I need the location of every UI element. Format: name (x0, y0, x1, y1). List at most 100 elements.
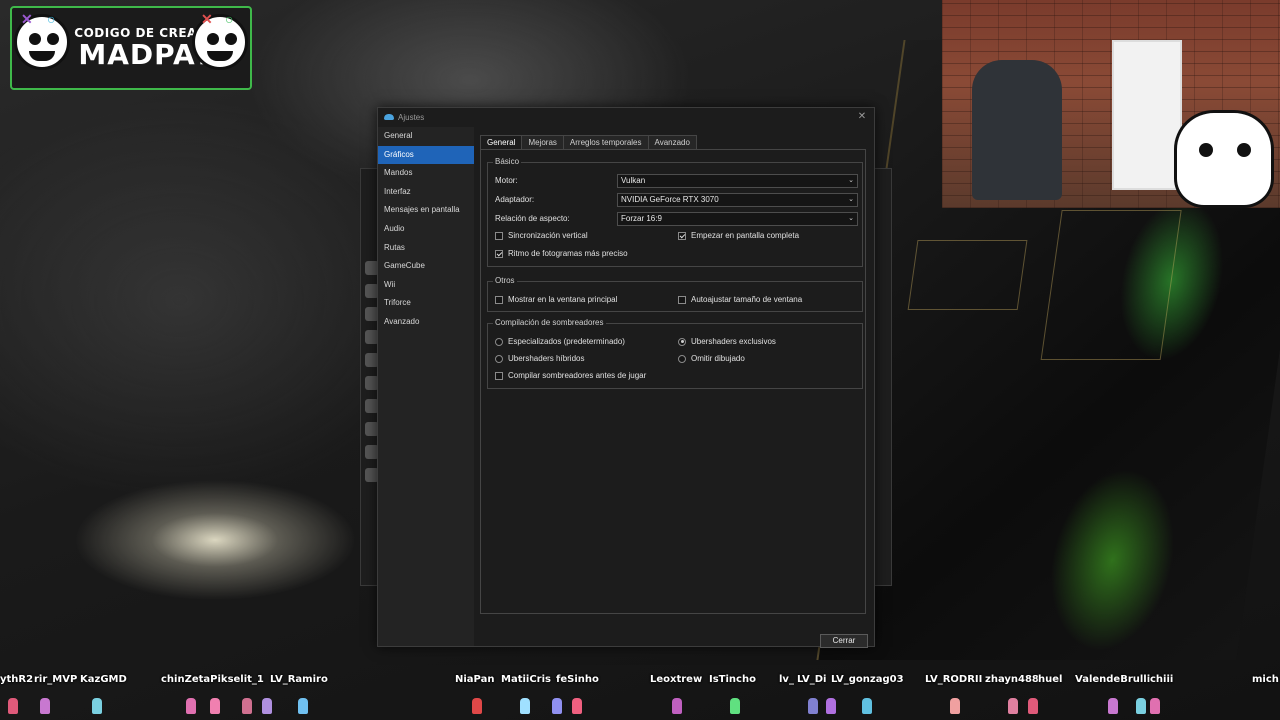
group-shaders: Compilación de sombreadores Especializad… (487, 318, 863, 389)
tab-hacks[interactable]: Arreglos temporales (562, 135, 649, 149)
adapter-label: Adaptador: (495, 195, 535, 204)
viewer-avatar-icon (826, 698, 836, 714)
settings-content: General Mejoras Arreglos temporales Avan… (474, 127, 874, 648)
viewer-avatar-icon (210, 698, 220, 714)
motor-value: Vulkan (621, 176, 646, 185)
motor-label: Motor: (495, 176, 518, 185)
group-basic-title: Básico (493, 157, 522, 167)
aspect-select[interactable]: Forzar 16:9 ⌄ (617, 212, 858, 226)
gamepad-face-icon: ✕ ○ (192, 11, 248, 70)
viewer-name: lv_ (779, 674, 794, 685)
group-basic: Básico Motor: Vulkan ⌄ Adaptador: NVIDIA… (487, 157, 863, 267)
compile-before-label: Compilar sombreadores antes de jugar (508, 371, 647, 380)
viewer-avatar-icon (808, 698, 818, 714)
viewer-avatar-icon (40, 698, 50, 714)
tab-general[interactable]: General (480, 135, 523, 150)
aspect-label: Relación de aspecto: (495, 214, 570, 223)
vsync-label: Sincronización vertical (508, 231, 588, 240)
specialized-radio[interactable]: Especializados (predeterminado) (495, 337, 625, 346)
vsync-checkbox[interactable]: Sincronización vertical (495, 231, 588, 240)
close-icon[interactable]: ✕ (854, 110, 870, 124)
viewer-name: chiii (1150, 674, 1174, 685)
viewer-avatar-icon (730, 698, 740, 714)
viewer-name: ythR2 (0, 674, 34, 685)
close-button[interactable]: Cerrar (820, 634, 868, 648)
exclusive-label: Ubershaders exclusivos (691, 337, 776, 346)
cat-mascot-icon (1174, 110, 1274, 208)
sidebar-item-audio[interactable]: Audio (378, 220, 474, 239)
viewer-name: LV_gonzag03 (831, 674, 904, 685)
viewer-avatar-icon (572, 698, 582, 714)
webcam-feed (942, 0, 1280, 208)
dialog-title: Ajustes (398, 113, 425, 122)
sidebar-item-paths[interactable]: Rutas (378, 239, 474, 258)
radio-circle (495, 337, 503, 346)
group-shaders-title: Compilación de sombreadores (493, 318, 606, 328)
hybrid-ubershaders-radio[interactable]: Ubershaders híbridos (495, 354, 584, 363)
adapter-value: NVIDIA GeForce RTX 3070 (621, 195, 719, 204)
tab-advanced[interactable]: Avanzado (647, 135, 697, 149)
sidebar-item-advanced[interactable]: Avanzado (378, 313, 474, 332)
hybrid-label: Ubershaders híbridos (508, 354, 585, 363)
sidebar-item-gamecube[interactable]: GameCube (378, 257, 474, 276)
group-others: Otros Mostrar en la ventana principal Au… (487, 276, 863, 312)
chevron-down-icon: ⌄ (848, 196, 854, 203)
tab-enhancements[interactable]: Mejoras (521, 135, 564, 149)
viewer-name: ValendeBrulli (1075, 674, 1151, 685)
precise-frames-checkbox[interactable]: Ritmo de fotogramas más preciso (495, 249, 628, 258)
viewer-avatar-icon (1108, 698, 1118, 714)
viewer-avatar-icon (262, 698, 272, 714)
viewer-name: LV_Di (797, 674, 827, 685)
sidebar-item-interface[interactable]: Interfaz (378, 183, 474, 202)
viewer-name: Leoxtrew (650, 674, 703, 685)
radio-circle (495, 354, 503, 363)
viewer-avatar-icon (1008, 698, 1018, 714)
chevron-down-icon: ⌄ (848, 215, 854, 222)
sidebar-item-general[interactable]: General (378, 127, 474, 146)
viewer-avatar-icon (950, 698, 960, 714)
fullscreen-label: Empezar en pantalla completa (691, 231, 800, 240)
viewer-avatar-icon (298, 698, 308, 714)
viewer-name: LV_RODRII (925, 674, 983, 685)
sidebar-item-controllers[interactable]: Mandos (378, 164, 474, 183)
group-others-title: Otros (493, 276, 517, 286)
viewer-avatar-icon (1028, 698, 1038, 714)
viewer-avatar-icon (472, 698, 482, 714)
aspect-value: Forzar 16:9 (621, 214, 662, 223)
checkbox-box (495, 231, 503, 240)
fullscreen-checkbox[interactable]: Empezar en pantalla completa (678, 231, 799, 240)
skip-draw-radio[interactable]: Omitir dibujado (678, 354, 745, 363)
settings-dialog: Ajustes ✕ General Gráficos Mandos Interf… (377, 107, 875, 648)
sidebar-item-osd[interactable]: Mensajes en pantalla (378, 201, 474, 220)
settings-sidebar: General Gráficos Mandos Interfaz Mensaje… (378, 127, 474, 646)
motor-select[interactable]: Vulkan ⌄ (617, 174, 858, 188)
viewer-name: KazGMD (80, 674, 127, 685)
main-window-checkbox[interactable]: Mostrar en la ventana principal (495, 295, 617, 304)
viewer-avatar-icon (862, 698, 872, 714)
sidebar-item-graphics[interactable]: Gráficos (378, 145, 474, 165)
auto-resize-checkbox[interactable]: Autoajustar tamaño de ventana (678, 295, 802, 304)
viewer-name: MatiiCris (501, 674, 551, 685)
streamer-logo: ✕ ○ CODIGO DE CREADOR MADPAT ✕ ○ (10, 6, 252, 90)
viewer-name: IsTincho (709, 674, 756, 685)
tab-panel-general: Básico Motor: Vulkan ⌄ Adaptador: NVIDIA… (480, 149, 866, 614)
viewer-name: chinZetaPikselit_1 (161, 674, 264, 685)
radio-circle (678, 354, 686, 363)
viewer-name: LV_Ramiro (270, 674, 328, 685)
viewer-avatar-icon (1136, 698, 1146, 714)
sidebar-item-triforce[interactable]: Triforce (378, 294, 474, 313)
main-window-label: Mostrar en la ventana principal (508, 295, 618, 304)
viewer-avatar-icon (552, 698, 562, 714)
exclusive-ubershaders-radio[interactable]: Ubershaders exclusivos (678, 337, 776, 346)
adapter-select[interactable]: NVIDIA GeForce RTX 3070 ⌄ (617, 193, 858, 207)
viewer-avatar-icon (92, 698, 102, 714)
gaming-chair (972, 60, 1062, 200)
auto-resize-label: Autoajustar tamaño de ventana (691, 295, 803, 304)
checkbox-box (678, 295, 686, 304)
skip-draw-label: Omitir dibujado (691, 354, 745, 363)
viewer-name: rir_MVP (34, 674, 78, 685)
sidebar-item-wii[interactable]: Wii (378, 276, 474, 295)
compile-before-checkbox[interactable]: Compilar sombreadores antes de jugar (495, 371, 646, 380)
graphics-tabs: General Mejoras Arreglos temporales Avan… (480, 135, 697, 150)
gamepad-face-icon: ✕ ○ (14, 11, 70, 70)
